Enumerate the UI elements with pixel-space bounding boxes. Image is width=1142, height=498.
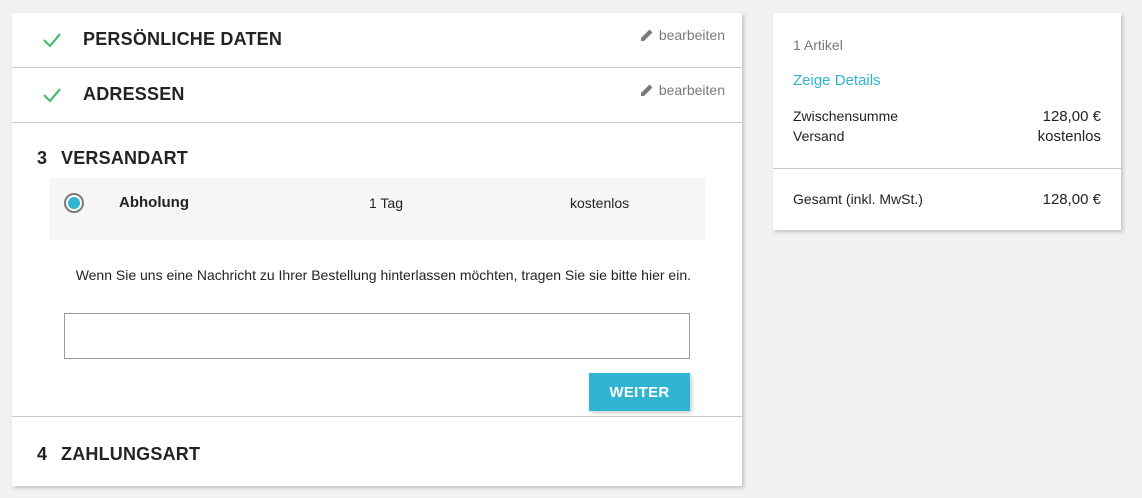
item-count: 1 Artikel bbox=[793, 37, 843, 53]
total-value: 128,00 € bbox=[1042, 191, 1101, 208]
step-number: 4 bbox=[37, 444, 48, 464]
carrier-name: Abholung bbox=[119, 194, 189, 211]
step-shipping-method: 3 VERSANDART Abholung 1 Tag kostenlos We… bbox=[12, 123, 742, 417]
carrier-option[interactable]: Abholung 1 Tag kostenlos bbox=[49, 178, 705, 240]
pencil-icon bbox=[640, 29, 653, 41]
shipping-label: Versand bbox=[793, 128, 845, 144]
subtotal-row: Zwischensumme 128,00 € bbox=[793, 108, 1101, 125]
edit-addresses-link[interactable]: bearbeiten bbox=[640, 82, 725, 98]
cart-summary: 1 Artikel Zeige Details Zwischensumme 12… bbox=[773, 13, 1121, 230]
carrier-delay: 1 Tag bbox=[369, 195, 403, 211]
show-details-link[interactable]: Zeige Details bbox=[793, 72, 881, 89]
subtotal-value: 128,00 € bbox=[1042, 108, 1101, 125]
continue-button[interactable]: WEITER bbox=[589, 373, 690, 411]
checkout-steps: PERSÖNLICHE DATEN bearbeiten ADRESSEN be… bbox=[12, 13, 742, 486]
step-title-shipping: VERSANDART bbox=[61, 148, 189, 168]
edit-label: bearbeiten bbox=[658, 27, 725, 43]
step-payment[interactable]: 4 ZAHLUNGSART bbox=[12, 417, 742, 487]
order-message-field[interactable] bbox=[64, 313, 690, 359]
carrier-price: kostenlos bbox=[570, 195, 630, 211]
shipping-row: Versand kostenlos bbox=[793, 128, 1101, 145]
radio-selected-icon[interactable] bbox=[64, 193, 84, 213]
subtotal-label: Zwischensumme bbox=[793, 108, 899, 124]
step-addresses[interactable]: ADRESSEN bearbeiten bbox=[12, 68, 742, 123]
pencil-icon bbox=[640, 84, 653, 96]
check-icon bbox=[43, 88, 61, 103]
summary-divider bbox=[773, 168, 1121, 169]
step-title-personal-data: PERSÖNLICHE DATEN bbox=[83, 29, 283, 49]
step-number: 3 bbox=[37, 148, 48, 168]
shipping-value: kostenlos bbox=[1037, 128, 1101, 145]
order-message-label: Wenn Sie uns eine Nachricht zu Ihrer Bes… bbox=[75, 267, 691, 283]
edit-label: bearbeiten bbox=[658, 82, 725, 98]
total-row: Gesamt (inkl. MwSt.) 128,00 € bbox=[793, 191, 1101, 208]
edit-personal-data-link[interactable]: bearbeiten bbox=[640, 27, 725, 43]
total-label: Gesamt (inkl. MwSt.) bbox=[793, 191, 923, 207]
step-title-payment: ZAHLUNGSART bbox=[61, 444, 201, 464]
step-title-addresses: ADRESSEN bbox=[83, 84, 185, 104]
step-personal-data[interactable]: PERSÖNLICHE DATEN bearbeiten bbox=[12, 13, 742, 68]
check-icon bbox=[43, 33, 61, 48]
